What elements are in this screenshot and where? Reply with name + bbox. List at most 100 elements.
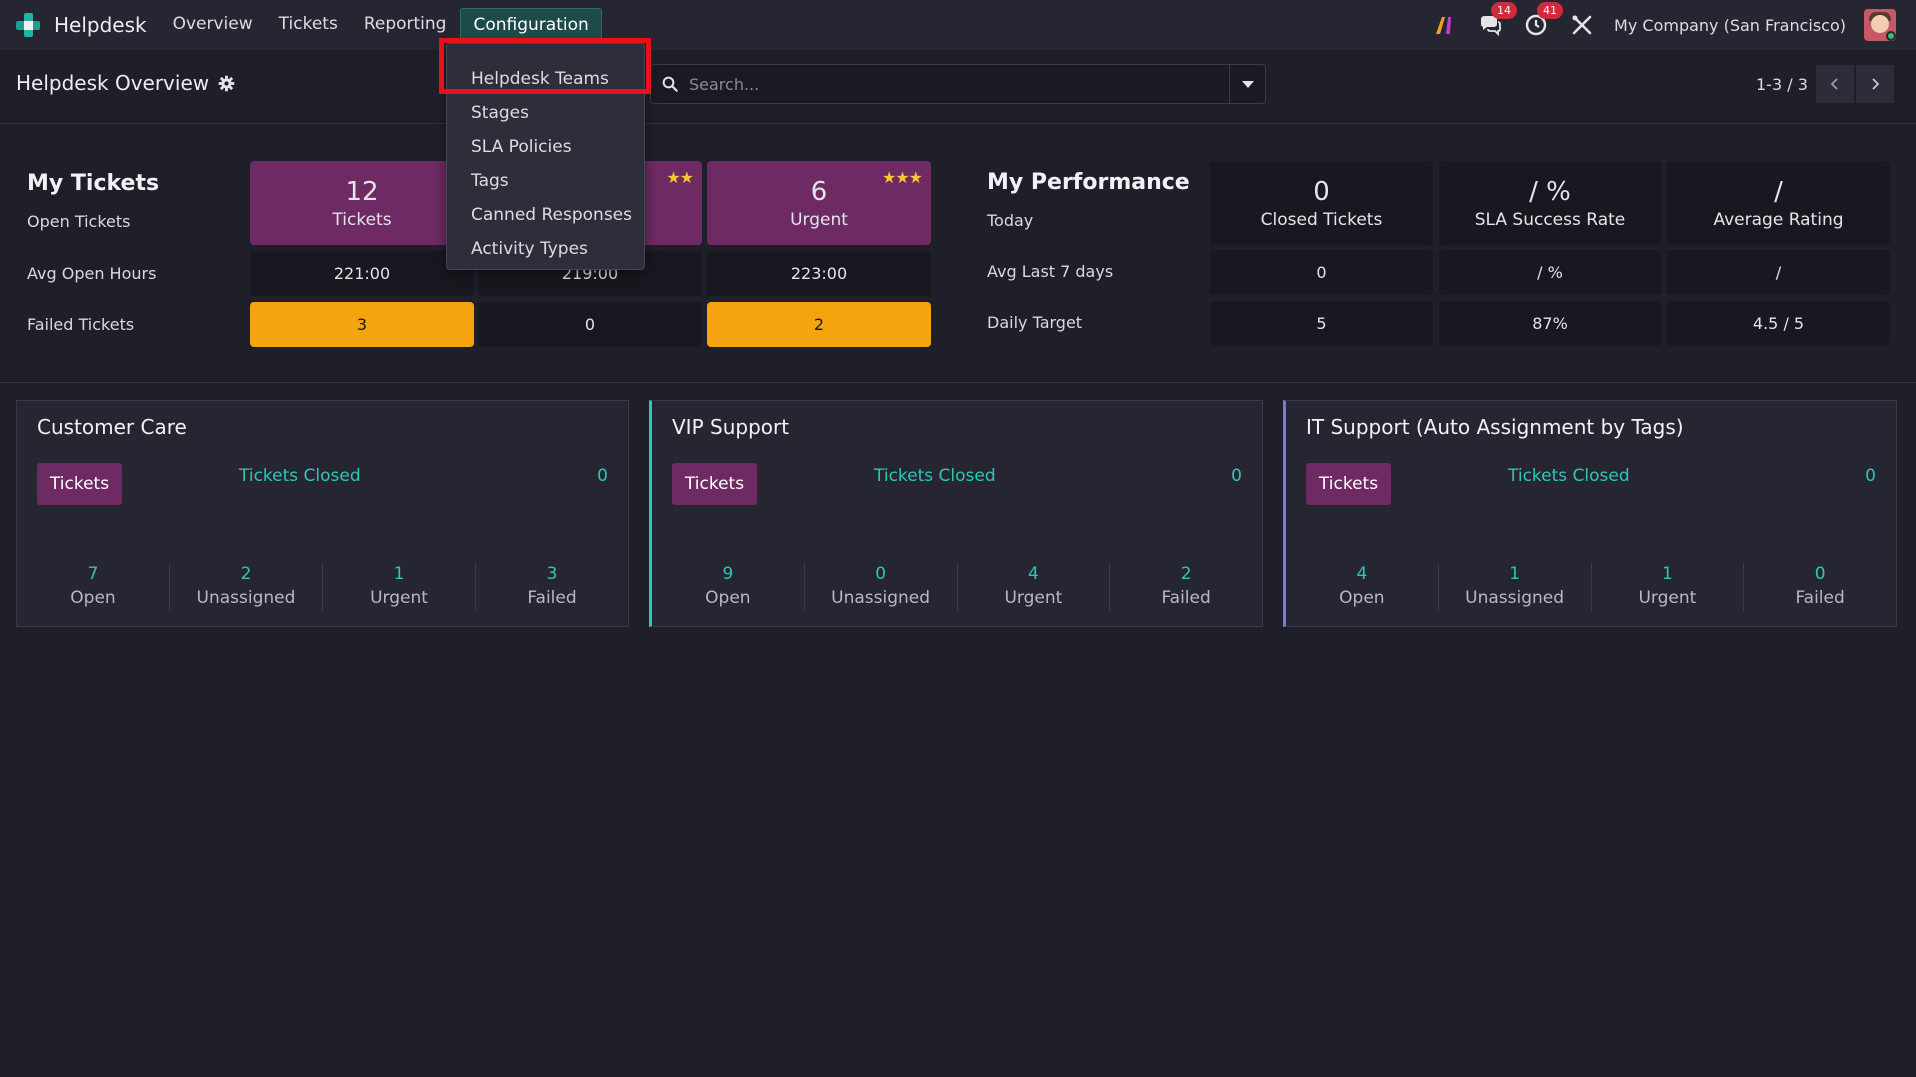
team-name[interactable]: Customer Care: [37, 415, 187, 439]
team-stat-urgent[interactable]: 1 Urgent: [1590, 563, 1744, 611]
helpdesk-logo-icon: [14, 11, 42, 39]
target-rating[interactable]: 4.5 / 5: [1667, 301, 1890, 346]
team-tickets-button[interactable]: Tickets: [672, 463, 757, 505]
avg7-closed[interactable]: 0: [1210, 250, 1433, 295]
search-icon: [662, 76, 678, 92]
failed-all[interactable]: 3: [250, 302, 474, 347]
app-name: Helpdesk: [54, 13, 147, 37]
my-tickets-title: My Tickets: [27, 171, 160, 196]
stat-value: 0: [875, 564, 887, 584]
menu-item-stages[interactable]: Stages: [447, 96, 644, 130]
messages-badge: 14: [1491, 2, 1518, 19]
tile-number: /: [1774, 177, 1783, 207]
average-rating-tile[interactable]: / Average Rating: [1667, 161, 1890, 245]
team-stat-failed[interactable]: 2 Failed: [1109, 563, 1262, 611]
tickets-closed-link[interactable]: Tickets Closed: [874, 466, 996, 486]
avg-hours-urgent[interactable]: 223:00: [707, 251, 931, 296]
pager-value[interactable]: 1-3 / 3: [1756, 75, 1808, 94]
team-tickets-button[interactable]: Tickets: [1306, 463, 1391, 505]
tile-number: / %: [1529, 177, 1571, 207]
menu-tickets[interactable]: Tickets: [267, 8, 350, 42]
team-card-it-support: IT Support (Auto Assignment by Tags) Tic…: [1283, 400, 1897, 627]
avg7-rating[interactable]: /: [1667, 250, 1890, 295]
stat-label: Open: [705, 588, 751, 608]
caret-down-icon: [1241, 80, 1254, 88]
team-stat-open[interactable]: 7 Open: [17, 563, 169, 611]
tickets-closed-count[interactable]: 0: [1865, 466, 1876, 486]
my-tickets-urgent-tile[interactable]: 6 Urgent ★★★: [707, 161, 931, 245]
menu-configuration[interactable]: Configuration: [460, 8, 602, 42]
target-sla[interactable]: 87%: [1439, 301, 1661, 346]
my-performance-title: My Performance: [987, 170, 1190, 195]
team-stat-open[interactable]: 4 Open: [1286, 563, 1438, 611]
company-switcher[interactable]: My Company (San Francisco): [1614, 16, 1846, 35]
stat-value: 4: [1027, 564, 1039, 584]
closed-tickets-tile[interactable]: 0 Closed Tickets: [1210, 161, 1433, 245]
priority-stars-icon: ★★: [666, 168, 694, 187]
team-stat-unassigned[interactable]: 0 Unassigned: [803, 563, 957, 611]
gear-icon[interactable]: [218, 75, 235, 92]
team-stats: 7 Open 2 Unassigned 1 Urgent 3 Failed: [17, 563, 628, 611]
tile-number: 12: [345, 177, 379, 207]
menu-overview[interactable]: Overview: [161, 8, 265, 42]
avg-last-7-days-label: Avg Last 7 days: [987, 262, 1114, 281]
menu-item-canned-responses[interactable]: Canned Responses: [447, 198, 644, 232]
tickets-closed-count[interactable]: 0: [1231, 466, 1242, 486]
team-stat-urgent[interactable]: 1 Urgent: [322, 563, 475, 611]
sla-success-rate-tile[interactable]: / % SLA Success Rate: [1439, 161, 1661, 245]
team-name[interactable]: VIP Support: [672, 415, 789, 439]
stat-label: Unassigned: [1465, 588, 1565, 608]
stat-label: Failed: [527, 588, 577, 608]
team-name[interactable]: IT Support (Auto Assignment by Tags): [1306, 415, 1684, 439]
top-navbar: Helpdesk Overview Tickets Reporting Conf…: [0, 0, 1916, 50]
my-tickets-all-tile[interactable]: 12 Tickets: [250, 161, 474, 245]
tile-number: 6: [810, 177, 828, 207]
team-stat-unassigned[interactable]: 2 Unassigned: [169, 563, 322, 611]
team-tickets-button[interactable]: Tickets: [37, 463, 122, 505]
menu-item-sla-policies[interactable]: SLA Policies: [447, 130, 644, 164]
target-closed[interactable]: 5: [1210, 301, 1433, 346]
stat-label: Unassigned: [196, 588, 296, 608]
avg-open-hours-label: Avg Open Hours: [27, 264, 157, 283]
stat-label: Urgent: [370, 588, 428, 608]
stat-value: 2: [1180, 564, 1192, 584]
menu-item-tags[interactable]: Tags: [447, 164, 644, 198]
menu-item-activity-types[interactable]: Activity Types: [447, 232, 644, 266]
pager-next-button[interactable]: [1856, 65, 1894, 103]
activities-clock-icon[interactable]: 41: [1524, 2, 1564, 37]
stat-value: 9: [722, 564, 734, 584]
stat-value: 1: [393, 564, 405, 584]
stat-value: 2: [240, 564, 252, 584]
tickets-closed-link[interactable]: Tickets Closed: [1508, 466, 1630, 486]
team-stat-open[interactable]: 9 Open: [652, 563, 804, 611]
tickets-closed-link[interactable]: Tickets Closed: [239, 466, 361, 486]
failed-high[interactable]: 0: [478, 302, 702, 347]
search-options-toggle[interactable]: [1229, 65, 1265, 103]
team-stat-failed[interactable]: 3 Failed: [475, 563, 628, 611]
app-brand[interactable]: Helpdesk: [14, 11, 147, 39]
stat-label: Unassigned: [831, 588, 931, 608]
user-avatar[interactable]: [1864, 9, 1896, 41]
highlight-box: [439, 38, 651, 94]
tools-icon[interactable]: [1570, 13, 1594, 37]
avg-hours-all[interactable]: 221:00: [250, 251, 474, 296]
menu-reporting[interactable]: Reporting: [352, 8, 459, 42]
search-input[interactable]: [689, 74, 1229, 94]
team-stat-failed[interactable]: 0 Failed: [1743, 563, 1896, 611]
pager-previous-button[interactable]: [1816, 65, 1854, 103]
team-stat-unassigned[interactable]: 1 Unassigned: [1437, 563, 1591, 611]
stat-value: 1: [1509, 564, 1521, 584]
failed-urgent[interactable]: 2: [707, 302, 931, 347]
control-panel: Helpdesk Overview 1-3 / 3: [0, 50, 1916, 124]
main-menu: Overview Tickets Reporting Configuration: [161, 8, 604, 42]
daily-target-label: Daily Target: [987, 313, 1083, 332]
ai-icon[interactable]: [1432, 13, 1456, 37]
today-label: Today: [987, 211, 1034, 230]
tickets-closed-count[interactable]: 0: [597, 466, 608, 486]
team-stat-urgent[interactable]: 4 Urgent: [956, 563, 1110, 611]
tile-label: Tickets: [332, 210, 392, 230]
stat-value: 7: [87, 564, 99, 584]
tile-label: Urgent: [790, 210, 848, 230]
avg7-sla[interactable]: / %: [1439, 250, 1661, 295]
messages-icon[interactable]: 14: [1478, 2, 1518, 37]
